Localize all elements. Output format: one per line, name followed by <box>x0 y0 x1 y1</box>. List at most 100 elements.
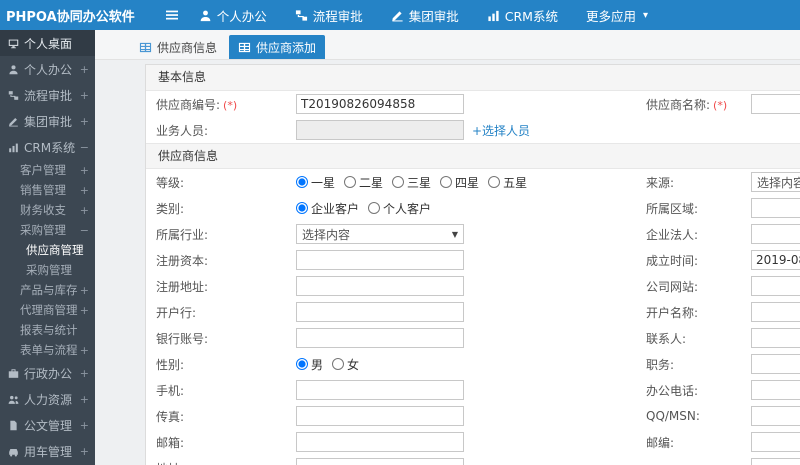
sidebar-item-admin-office[interactable]: 行政办公 + <box>0 360 95 386</box>
category-radio[interactable] <box>368 202 381 214</box>
gender-option[interactable]: 女 <box>332 356 359 373</box>
category-radio-group: 企业客户 个人客户 <box>296 200 440 217</box>
supplier-name-input[interactable] <box>751 94 800 114</box>
collapse-minus-icon[interactable]: − <box>80 141 89 154</box>
nav-item-crm-system[interactable]: CRM系统 <box>487 6 558 25</box>
nav-item-personal-office[interactable]: 个人办公 <box>199 6 267 25</box>
level-option[interactable]: 五星 <box>488 174 527 191</box>
sidebar-item-sales-mgmt[interactable]: 销售管理 + <box>0 180 95 200</box>
gender-radio[interactable] <box>296 358 308 370</box>
expand-plus-icon[interactable]: + <box>80 63 89 76</box>
level-option[interactable]: 一星 <box>296 174 335 191</box>
sidebar-item-process-approval[interactable]: 流程审批 + <box>0 82 95 108</box>
sidebar-item-label: 行政办公 <box>24 366 73 381</box>
gender-option[interactable]: 男 <box>296 356 323 373</box>
contact-input[interactable] <box>751 328 800 348</box>
hamburger-icon <box>165 10 178 20</box>
sidebar-item-procurement-mgmt[interactable]: 采购管理 <box>0 260 95 280</box>
industry-select[interactable]: 选择内容 ▼ <box>296 224 464 244</box>
bank-account-input[interactable] <box>296 328 464 348</box>
level-radio[interactable] <box>440 176 453 188</box>
level-option[interactable]: 三星 <box>392 174 431 191</box>
nav-item-group-approval[interactable]: 集团审批 <box>391 6 459 25</box>
position-input[interactable] <box>751 354 800 374</box>
office-phone-input[interactable] <box>751 380 800 400</box>
choose-person-link[interactable]: +选择人员 <box>472 122 530 139</box>
expand-plus-icon[interactable]: + <box>80 344 89 357</box>
account-name-input[interactable] <box>751 302 800 322</box>
radio-label: 一星 <box>311 175 336 190</box>
nav-item-process-approval[interactable]: 流程审批 <box>295 6 363 25</box>
region-input[interactable] <box>751 198 800 218</box>
expand-plus-icon[interactable]: + <box>80 445 89 458</box>
sidebar-item-crm-system[interactable]: CRM系统 − <box>0 134 95 160</box>
expand-plus-icon[interactable]: + <box>80 89 89 102</box>
zipcode-input[interactable] <box>751 432 800 452</box>
sidebar-item-document-mgmt[interactable]: 公文管理 + <box>0 412 95 438</box>
nav-item-label: 集团审批 <box>408 8 459 24</box>
sidebar-item-report-stats[interactable]: 报表与统计 <box>0 320 95 340</box>
sidebar-item-label: 人力资源 <box>24 392 73 407</box>
legal-person-input[interactable] <box>751 224 800 244</box>
sidebar-item-personal-office[interactable]: 个人办公 + <box>0 56 95 82</box>
label-text: 地址: <box>156 462 184 465</box>
form-cell: 供应商名称: (*) <box>646 91 800 117</box>
expand-plus-icon[interactable]: + <box>80 393 89 406</box>
form-cell: 企业法人: <box>646 221 800 247</box>
expand-plus-icon[interactable]: + <box>80 164 89 177</box>
source-select[interactable]: 选择内容▼ <box>751 172 800 192</box>
business-person-input[interactable] <box>296 120 464 140</box>
expand-plus-icon[interactable]: + <box>80 284 89 297</box>
briefcase-icon <box>8 368 19 378</box>
expand-plus-icon[interactable]: + <box>80 184 89 197</box>
level-radio[interactable] <box>296 176 308 188</box>
sidebar-item-finance[interactable]: 财务收支 + <box>0 200 95 220</box>
label-text: 所属区域: <box>646 201 699 216</box>
expand-plus-icon[interactable]: + <box>80 304 89 317</box>
bank-input[interactable] <box>296 302 464 322</box>
sidebar-item-customer-mgmt[interactable]: 客户管理 + <box>0 160 95 180</box>
email-input[interactable] <box>296 432 464 452</box>
founded-date-input[interactable] <box>751 250 800 270</box>
level-radio[interactable] <box>392 176 405 188</box>
website-input[interactable] <box>751 276 800 296</box>
extra-input[interactable] <box>751 458 800 465</box>
level-option[interactable]: 二星 <box>344 174 383 191</box>
sidebar-item-purchase-mgmt[interactable]: 采购管理 − <box>0 220 95 240</box>
tab-supplier-info[interactable]: 供应商信息 <box>130 35 226 59</box>
expand-plus-icon[interactable]: + <box>80 419 89 432</box>
sidebar-item-personal-desktop[interactable]: 个人桌面 <box>0 30 95 56</box>
expand-plus-icon[interactable]: + <box>80 204 89 217</box>
sidebar-item-hr[interactable]: 人力资源 + <box>0 386 95 412</box>
level-option[interactable]: 四星 <box>440 174 479 191</box>
registered-capital-input[interactable] <box>296 250 464 270</box>
expand-plus-icon[interactable]: + <box>80 115 89 128</box>
mobile-input[interactable] <box>296 380 464 400</box>
gender-radio[interactable] <box>332 358 345 370</box>
sidebar-item-form-flow-settings[interactable]: 表单与流程设置+ <box>0 340 95 360</box>
topbar: PHPOA协同办公软件 个人办公 流程审批 集团审批 CRM系统 更多应用 ▾ <box>0 0 800 30</box>
category-option[interactable]: 个人客户 <box>368 200 431 217</box>
sidebar-item-supplier-mgmt[interactable]: 供应商管理 <box>0 240 95 260</box>
category-option[interactable]: 企业客户 <box>296 200 359 217</box>
expand-plus-icon[interactable]: + <box>80 367 89 380</box>
menu-toggle-icon[interactable] <box>165 8 179 22</box>
category-radio[interactable] <box>296 202 308 214</box>
level-radio[interactable] <box>488 176 501 188</box>
doc-icon <box>10 420 17 430</box>
sidebar-item-vehicle-mgmt[interactable]: 用车管理 + <box>0 438 95 464</box>
fax-input[interactable] <box>296 406 464 426</box>
registered-address-input[interactable] <box>296 276 464 296</box>
address-input[interactable] <box>296 458 464 465</box>
collapse-minus-icon[interactable]: − <box>80 224 89 237</box>
level-radio[interactable] <box>344 176 357 188</box>
supplier-code-input[interactable] <box>296 94 464 114</box>
tab-supplier-add[interactable]: 供应商添加 <box>229 35 326 59</box>
radio-label: 个人客户 <box>383 201 432 216</box>
nav-item-more-apps[interactable]: 更多应用 ▾ <box>586 6 648 25</box>
sidebar-item-group-approval[interactable]: 集团审批 + <box>0 108 95 134</box>
user-icon <box>9 64 18 74</box>
qq-msn-input[interactable] <box>751 406 800 426</box>
sidebar-item-product-inventory[interactable]: 产品与库存 + <box>0 280 95 300</box>
sidebar-item-agent-mgmt[interactable]: 代理商管理 + <box>0 300 95 320</box>
